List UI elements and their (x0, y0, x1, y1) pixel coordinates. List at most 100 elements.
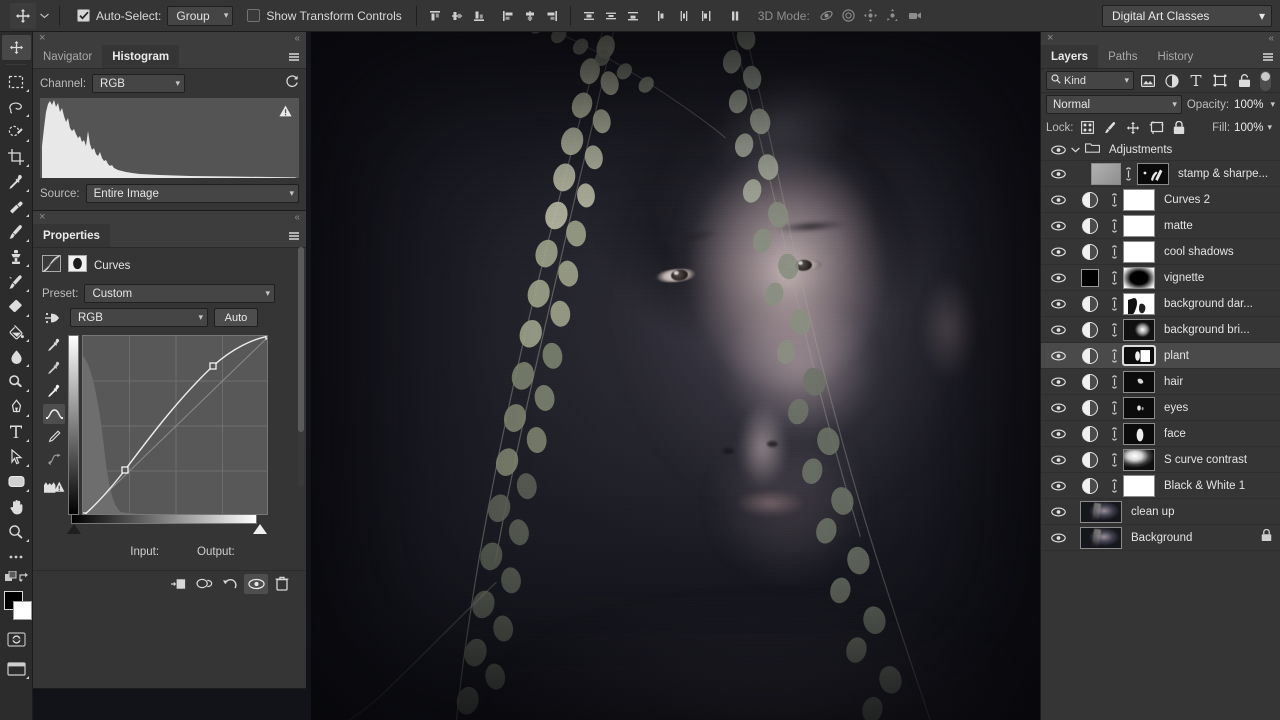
layer-row[interactable]: eyes (1041, 395, 1280, 421)
layer-mask-thumbnail[interactable] (1123, 423, 1155, 445)
layer-row[interactable]: background bri... (1041, 317, 1280, 343)
layer-thumbnail[interactable] (1080, 527, 1122, 549)
collapse-icon[interactable]: « (294, 211, 300, 224)
visibility-toggle-icon[interactable] (1047, 145, 1069, 155)
on-image-adjust-icon[interactable] (42, 311, 64, 325)
curves-grid[interactable] (82, 335, 268, 515)
screen-mode-toggle[interactable] (2, 656, 31, 681)
layer-row[interactable]: cool shadows (1041, 239, 1280, 265)
adjustment-layer-icon[interactable] (1082, 348, 1098, 364)
dodge-tool[interactable] (2, 369, 31, 394)
type-layer-filter-icon[interactable] (1186, 72, 1206, 90)
tool-preset-caret-icon[interactable] (36, 3, 52, 29)
adjustment-layer-icon[interactable] (1082, 452, 1098, 468)
panel-menu-icon[interactable] (1263, 53, 1273, 61)
link-mask-icon[interactable] (1107, 349, 1121, 363)
visibility-toggle-icon[interactable] (1047, 351, 1069, 361)
clone-stamp-tool[interactable] (2, 244, 31, 269)
reset-adjustment-icon[interactable] (218, 574, 242, 594)
visibility-toggle-icon[interactable] (1047, 377, 1069, 387)
distribute-left-edges-icon[interactable] (651, 5, 673, 27)
distribute-vertical-centers-icon[interactable] (600, 5, 622, 27)
link-mask-icon[interactable] (1107, 453, 1121, 467)
link-mask-icon[interactable] (1107, 245, 1121, 259)
properties-scrollbar[interactable] (298, 247, 304, 487)
visibility-toggle-icon[interactable] (1047, 247, 1069, 257)
lock-image-pixels-icon[interactable] (1101, 119, 1120, 137)
chevron-down-icon[interactable]: ▾ (1267, 122, 1272, 133)
adjustment-layer-icon[interactable] (1082, 478, 1098, 494)
layer-row[interactable]: background dar... (1041, 291, 1280, 317)
cached-data-warning-icon[interactable] (279, 104, 292, 122)
layer-row[interactable]: S curve contrast (1041, 447, 1280, 473)
link-mask-icon[interactable] (1107, 401, 1121, 415)
visibility-toggle-icon[interactable] (1047, 455, 1069, 465)
align-top-edges-icon[interactable] (424, 5, 446, 27)
layer-mask-thumbnail[interactable] (1123, 449, 1155, 471)
layer-mask-thumbnail[interactable] (1123, 241, 1155, 263)
white-point-eyedropper-icon[interactable] (43, 381, 65, 401)
close-icon[interactable]: × (1047, 32, 1053, 45)
layer-group-adjustments[interactable]: Adjustments (1041, 139, 1280, 161)
preset-dropdown[interactable]: Custom ▾ (84, 284, 275, 303)
pen-tool[interactable] (2, 394, 31, 419)
layer-filter-kind-dropdown[interactable]: Kind ▾ (1046, 71, 1134, 90)
layer-row[interactable]: clean up (1041, 499, 1280, 525)
layer-mask-thumbnail[interactable] (1123, 371, 1155, 393)
link-mask-icon[interactable] (1107, 323, 1121, 337)
distribute-horizontal-centers-icon[interactable] (673, 5, 695, 27)
tab-paths[interactable]: Paths (1098, 45, 1147, 68)
zoom-tool[interactable] (2, 519, 31, 544)
layer-row[interactable]: vignette (1041, 265, 1280, 291)
eraser-tool[interactable] (2, 294, 31, 319)
distribute-bottom-edges-icon[interactable] (622, 5, 644, 27)
slide-3d-icon[interactable] (882, 5, 904, 27)
refresh-icon[interactable] (285, 74, 299, 93)
move-tool[interactable] (2, 35, 31, 60)
clipping-warning-icon[interactable] (43, 476, 65, 496)
path-selection-tool[interactable] (2, 444, 31, 469)
tab-layers[interactable]: Layers (1041, 45, 1098, 68)
curve-point-tool-icon[interactable] (43, 404, 65, 424)
smart-object-filter-icon[interactable] (1234, 72, 1254, 90)
layer-mask-thumbnail[interactable] (1137, 163, 1169, 185)
orbit-3d-icon[interactable] (816, 5, 838, 27)
solid-color-layer-icon[interactable] (1081, 269, 1099, 287)
layer-mask-thumbnail[interactable] (1123, 267, 1155, 289)
tab-properties[interactable]: Properties (33, 224, 110, 247)
channel-dropdown[interactable]: RGB ▾ (92, 74, 185, 93)
align-vertical-centers-icon[interactable] (446, 5, 468, 27)
distribute-spacing-icon[interactable] (724, 5, 746, 27)
pixel-layer-filter-icon[interactable] (1138, 72, 1158, 90)
visibility-toggle-icon[interactable] (1047, 403, 1069, 413)
blend-mode-dropdown[interactable]: Normal ▾ (1046, 95, 1182, 114)
lock-position-icon[interactable] (1124, 119, 1143, 137)
gray-point-eyedropper-icon[interactable] (43, 358, 65, 378)
adjustment-layer-icon[interactable] (1082, 322, 1098, 338)
document-image[interactable] (311, 32, 1040, 720)
toggle-layer-visibility-icon[interactable] (244, 574, 268, 594)
curves-icon[interactable] (42, 255, 61, 277)
move-tool-icon[interactable] (10, 3, 36, 29)
visibility-toggle-icon[interactable] (1047, 507, 1069, 517)
auto-select-scope-dropdown[interactable]: Group ▾ (167, 6, 233, 26)
visibility-toggle-icon[interactable] (1047, 195, 1069, 205)
panel-menu-icon[interactable] (289, 232, 299, 240)
layer-mask-thumbnail[interactable] (1123, 397, 1155, 419)
link-mask-icon[interactable] (1107, 219, 1121, 233)
visibility-toggle-icon[interactable] (1047, 533, 1069, 543)
smooth-curve-icon[interactable] (43, 450, 65, 470)
mask-icon[interactable] (68, 255, 87, 277)
visibility-toggle-icon[interactable] (1047, 221, 1069, 231)
align-right-edges-icon[interactable] (541, 5, 563, 27)
black-point-slider[interactable] (67, 524, 81, 534)
blur-tool[interactable] (2, 344, 31, 369)
horizontal-type-tool[interactable] (2, 419, 31, 444)
quick-selection-tool[interactable] (2, 119, 31, 144)
link-mask-icon[interactable] (1107, 427, 1121, 441)
adjustment-layer-icon[interactable] (1082, 296, 1098, 312)
history-brush-tool[interactable] (2, 269, 31, 294)
rectangular-marquee-tool[interactable] (2, 69, 31, 94)
auto-button[interactable]: Auto (214, 308, 258, 327)
align-left-edges-icon[interactable] (497, 5, 519, 27)
